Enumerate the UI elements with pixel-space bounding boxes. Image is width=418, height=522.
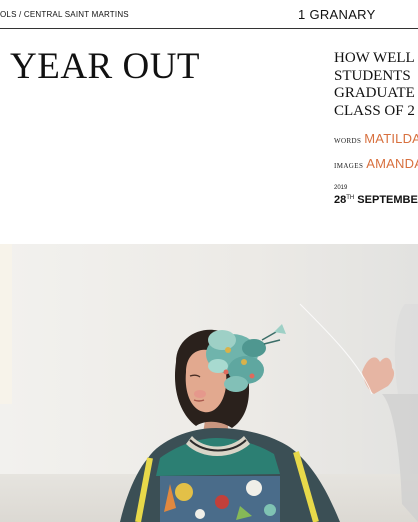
publish-date: 2019 28TH SEPTEMBE xyxy=(334,184,418,207)
words-credit: WORDS MATILDA xyxy=(334,130,418,148)
dek-line: STUDENTS xyxy=(334,67,411,84)
images-author-link[interactable]: AMANDA xyxy=(366,156,418,171)
words-label: WORDS xyxy=(334,137,362,145)
hero-image xyxy=(0,244,418,522)
hero-portrait-illustration xyxy=(0,244,418,522)
article-dek: HOW WELL STUDENTS GRADUATE CLASS OF 2 xyxy=(334,50,418,120)
page-title: YEAR OUT xyxy=(10,46,201,87)
brand-logo-link[interactable]: 1 GRANARY xyxy=(298,7,376,22)
top-navigation-bar: OLS / CENTRAL SAINT MARTINS 1 GRANARY xyxy=(0,0,418,29)
breadcrumb[interactable]: OLS / CENTRAL SAINT MARTINS xyxy=(0,10,129,19)
publish-day-month: 28TH SEPTEMBE xyxy=(334,192,418,207)
date-day: 28 xyxy=(334,194,347,206)
dek-line: GRADUATE xyxy=(334,85,415,101)
publish-year: 2019 xyxy=(334,185,348,191)
dek-line: CLASS OF 2 xyxy=(334,102,415,119)
words-author-link[interactable]: MATILDA xyxy=(364,131,418,146)
dek-line: HOW WELL xyxy=(334,50,415,66)
images-label: IMAGES xyxy=(334,162,364,170)
images-credit: IMAGES AMANDA xyxy=(334,155,418,173)
date-month: SEPTEMBE xyxy=(354,194,418,206)
